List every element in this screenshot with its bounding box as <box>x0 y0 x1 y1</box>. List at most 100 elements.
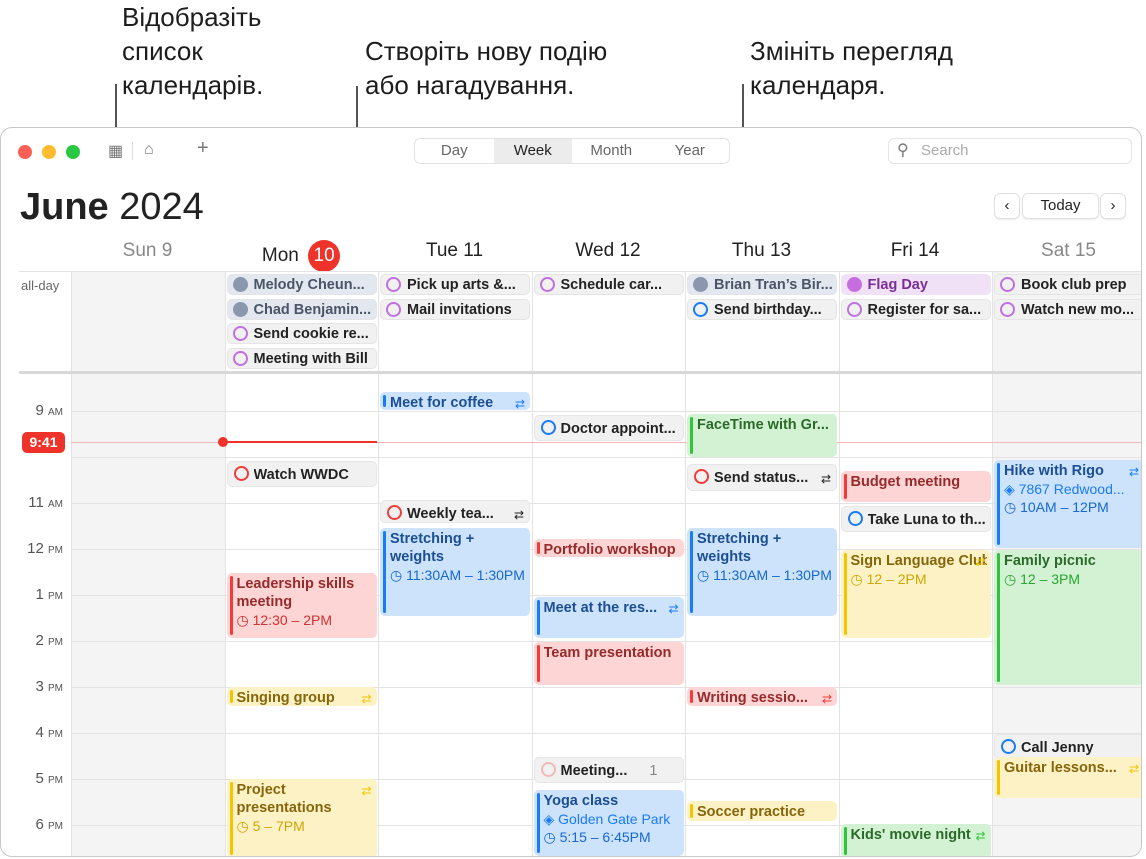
star-icon <box>846 277 862 292</box>
calendar-event[interactable]: Meeting...1 more <box>533 757 684 783</box>
allday-event[interactable]: Meeting with Bill <box>226 347 377 369</box>
allday-event[interactable]: Schedule car... <box>533 274 684 295</box>
calendar-event[interactable]: Soccer practice <box>687 801 837 821</box>
tab-day[interactable]: Day <box>415 139 494 163</box>
event-title: Meet for coffee <box>390 395 494 410</box>
calendar-event[interactable]: Project presentations ⇄ ◷ 5 – 7PM <box>226 779 377 856</box>
calendar-event[interactable]: Stretching + weights ◷ 11:30AM – 1:30PM <box>380 528 530 616</box>
allday-event[interactable]: Melody Cheun... <box>226 274 377 295</box>
calendar-event[interactable]: Budget meeting <box>840 471 991 502</box>
allday-event[interactable]: Mail invitations <box>380 298 530 320</box>
event-title: Register for sa... <box>867 301 982 318</box>
calendar-event[interactable]: Send status... ⇄ <box>687 464 837 491</box>
plus-icon[interactable]: + <box>197 137 209 160</box>
minimize-button[interactable] <box>42 145 56 159</box>
calendar-event[interactable]: Sign Language Club ⇄ ◷ 12 – 2PM <box>840 550 991 638</box>
event-title: Meeting with Bill <box>253 350 368 367</box>
event-title: Hike with Rigo <box>1004 463 1104 479</box>
event-title: Call Jenny <box>1021 740 1094 756</box>
event-title: Stretching + weights <box>390 531 475 565</box>
hour: 2 <box>35 632 44 649</box>
allday-event[interactable]: Book club prep <box>994 274 1141 295</box>
today-button[interactable]: Today <box>1022 193 1099 219</box>
calendar-event[interactable]: Portfolio workshop <box>533 539 684 557</box>
event-color-bar <box>997 463 1000 545</box>
reminder-circle-icon <box>387 505 402 520</box>
calendar-event[interactable]: FaceTime with Gr... <box>687 414 837 457</box>
time-text: 12 – 3PM <box>1020 571 1081 587</box>
allday-event[interactable]: Brian Tran’s Bir... <box>687 274 837 295</box>
search-input[interactable]: ⚲ Search <box>888 138 1132 164</box>
reminder-circle-icon <box>846 301 862 317</box>
day-header[interactable]: Thu 13 <box>685 240 838 262</box>
zoom-button[interactable] <box>66 145 80 159</box>
day-number: 12 <box>619 240 641 261</box>
day-number: 11 <box>463 240 484 261</box>
event-title: Brian Tran’s Bir... <box>714 277 833 293</box>
calendar-event[interactable]: Family picnic ◷ 12 – 3PM <box>994 550 1141 685</box>
allday-event[interactable]: Register for sa... <box>840 298 991 320</box>
close-button[interactable] <box>18 145 32 159</box>
calendar-event[interactable]: Watch WWDC <box>226 461 377 487</box>
event-title: Send status... <box>714 470 809 486</box>
event-color-bar <box>843 827 847 855</box>
calendar-event[interactable]: Kids' movie night ⇄ <box>840 824 991 856</box>
time-text: 11:30AM – 1:30PM <box>406 567 525 583</box>
allday-event[interactable]: Pick up arts &... <box>380 274 530 295</box>
reminder-circle-icon <box>539 277 555 292</box>
period: PM <box>48 545 63 556</box>
reminder-circle-icon <box>386 301 401 317</box>
event-title: Send cookie re... <box>253 326 369 342</box>
hour: 4 <box>35 724 44 741</box>
location-text: 7867 Redwood... <box>1018 481 1125 497</box>
next-week-button[interactable]: › <box>1100 193 1126 219</box>
gift-icon <box>232 301 248 317</box>
allday-event[interactable]: Send cookie re... <box>226 323 377 344</box>
day-header[interactable]: Mon 10 <box>225 240 378 272</box>
calendar-event[interactable]: Hike with Rigo ⇄ ◈ 7867 Redwood... ◷ 10AM –… <box>994 460 1141 548</box>
calendar-event[interactable]: Meet at the res... ⇄ <box>533 597 684 638</box>
day-header[interactable]: Tue 11 <box>378 240 531 262</box>
calendar-event[interactable]: Team presentation <box>533 642 684 685</box>
event-color-bar <box>229 690 233 703</box>
day-header[interactable]: Wed 12 <box>532 240 685 262</box>
calendar-event[interactable]: Doctor appoint... <box>533 415 684 441</box>
day-header[interactable]: Fri 14 <box>839 240 992 262</box>
tab-week[interactable]: Week <box>493 139 572 163</box>
event-title: Kids' movie night <box>850 827 971 843</box>
event-title: FaceTime with Gr... <box>697 417 829 433</box>
calendar-list-icon[interactable]: ▦ <box>108 141 123 161</box>
period: PM <box>48 591 63 602</box>
reminder-circle-icon <box>540 420 556 435</box>
repeat-icon: ⇄ <box>1128 465 1139 479</box>
calendar-event[interactable]: Guitar lessons... ⇄ <box>994 757 1141 798</box>
calendar-event[interactable]: Yoga class ◈ Golden Gate Park ◷ 5:15 – 6:4… <box>533 790 684 856</box>
tab-year[interactable]: Year <box>651 139 730 163</box>
reminder-circle-icon <box>694 469 709 484</box>
tab-month[interactable]: Month <box>572 139 651 163</box>
calendar-event[interactable]: Call Jenny <box>994 734 1141 758</box>
clock-icon: ◷ <box>697 567 710 583</box>
allday-event[interactable]: Chad Benjamin... <box>226 298 377 320</box>
allday-event[interactable]: Watch new mo... <box>994 298 1141 320</box>
clock-icon: ◷ <box>850 571 863 587</box>
allday-event[interactable]: Flag Day <box>840 274 991 295</box>
prev-week-button[interactable]: ‹ <box>994 193 1020 219</box>
calendar-event[interactable]: Writing sessio... ⇄ <box>687 687 837 706</box>
event-title: Budget meeting <box>850 474 961 490</box>
inbox-icon[interactable]: ⌂ <box>144 141 154 159</box>
time-label: 1 PM <box>1 586 63 603</box>
event-title: Stretching + weights <box>697 531 782 565</box>
calendar-event[interactable]: Meet for coffee ⇄ <box>380 392 530 410</box>
calendar-event[interactable]: Singing group ⇄ <box>226 687 377 706</box>
day-header[interactable]: Sun 9 <box>71 240 224 262</box>
month: June <box>20 186 109 228</box>
event-color-bar <box>690 690 693 703</box>
calendar-event[interactable]: Stretching + weights ◷ 11:30AM – 1:30PM <box>687 528 837 616</box>
day-header[interactable]: Sat 15 <box>992 240 1141 262</box>
calendar-event[interactable]: Weekly tea... ⇄ <box>380 500 530 523</box>
calendar-event[interactable]: Take Luna to th... <box>840 506 991 532</box>
time-label: 9 AM <box>1 402 63 419</box>
allday-event[interactable]: Send birthday... <box>687 298 837 320</box>
calendar-event[interactable]: Leadership skills meeting ◷ 12:30 – 2PM <box>226 573 377 638</box>
